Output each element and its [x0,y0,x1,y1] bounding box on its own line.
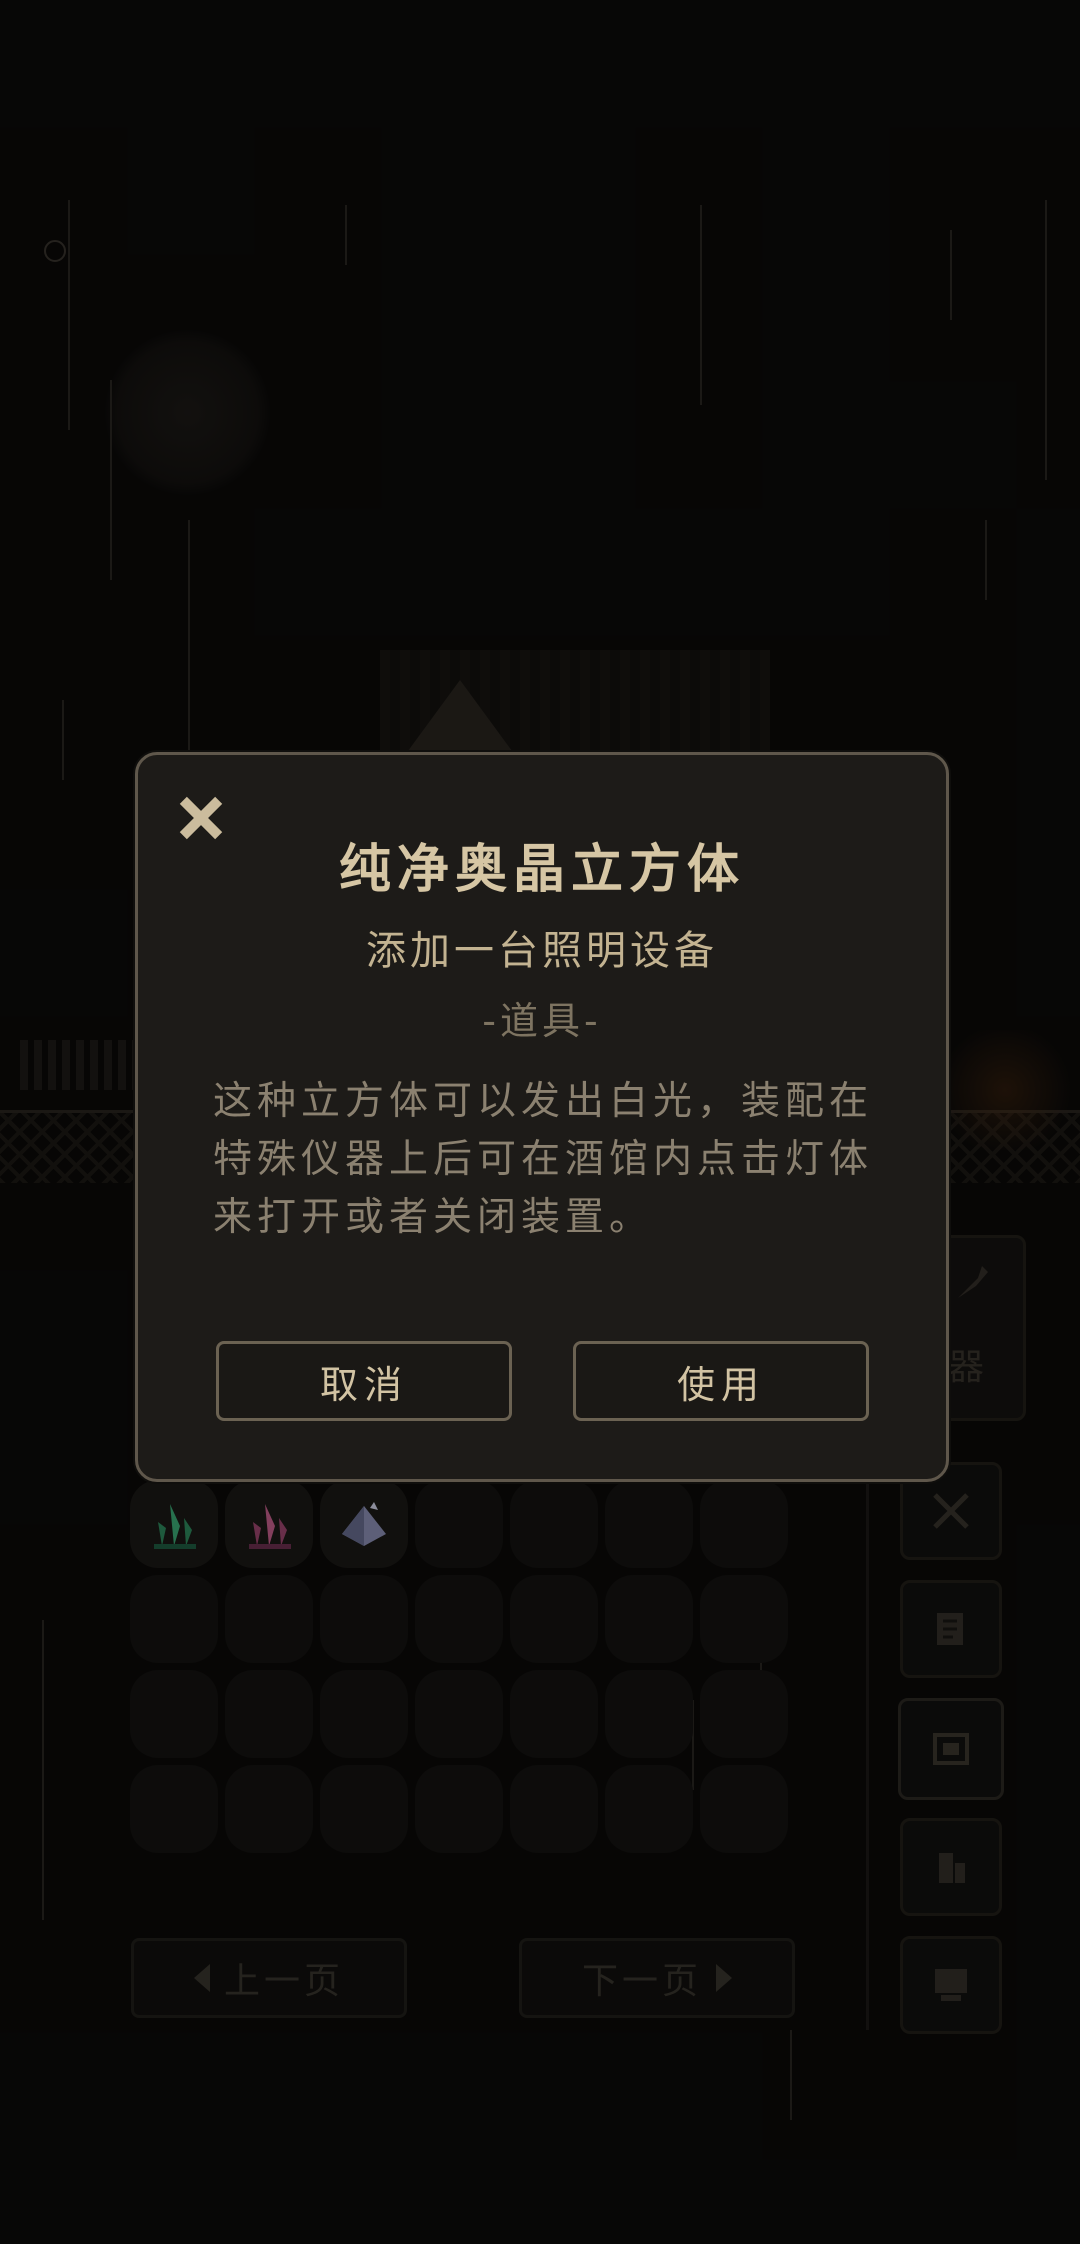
use-button[interactable]: 使用 [573,1341,869,1421]
cancel-button[interactable]: 取消 [216,1341,512,1421]
item-subtitle: 添加一台照明设备 [366,928,718,974]
item-category: -道具- [482,999,602,1043]
item-description: 这种立方体可以发出白光，装配在特殊仪器上后可在酒馆内点击灯体来打开或者关闭装置。 [213,1079,874,1240]
item-title: 纯净奥晶立方体 [338,840,745,900]
item-detail-dialog: 纯净奥晶立方体 添加一台照明设备 -道具- 这种立方体可以发出白光，装配在特殊仪… [135,752,949,1482]
